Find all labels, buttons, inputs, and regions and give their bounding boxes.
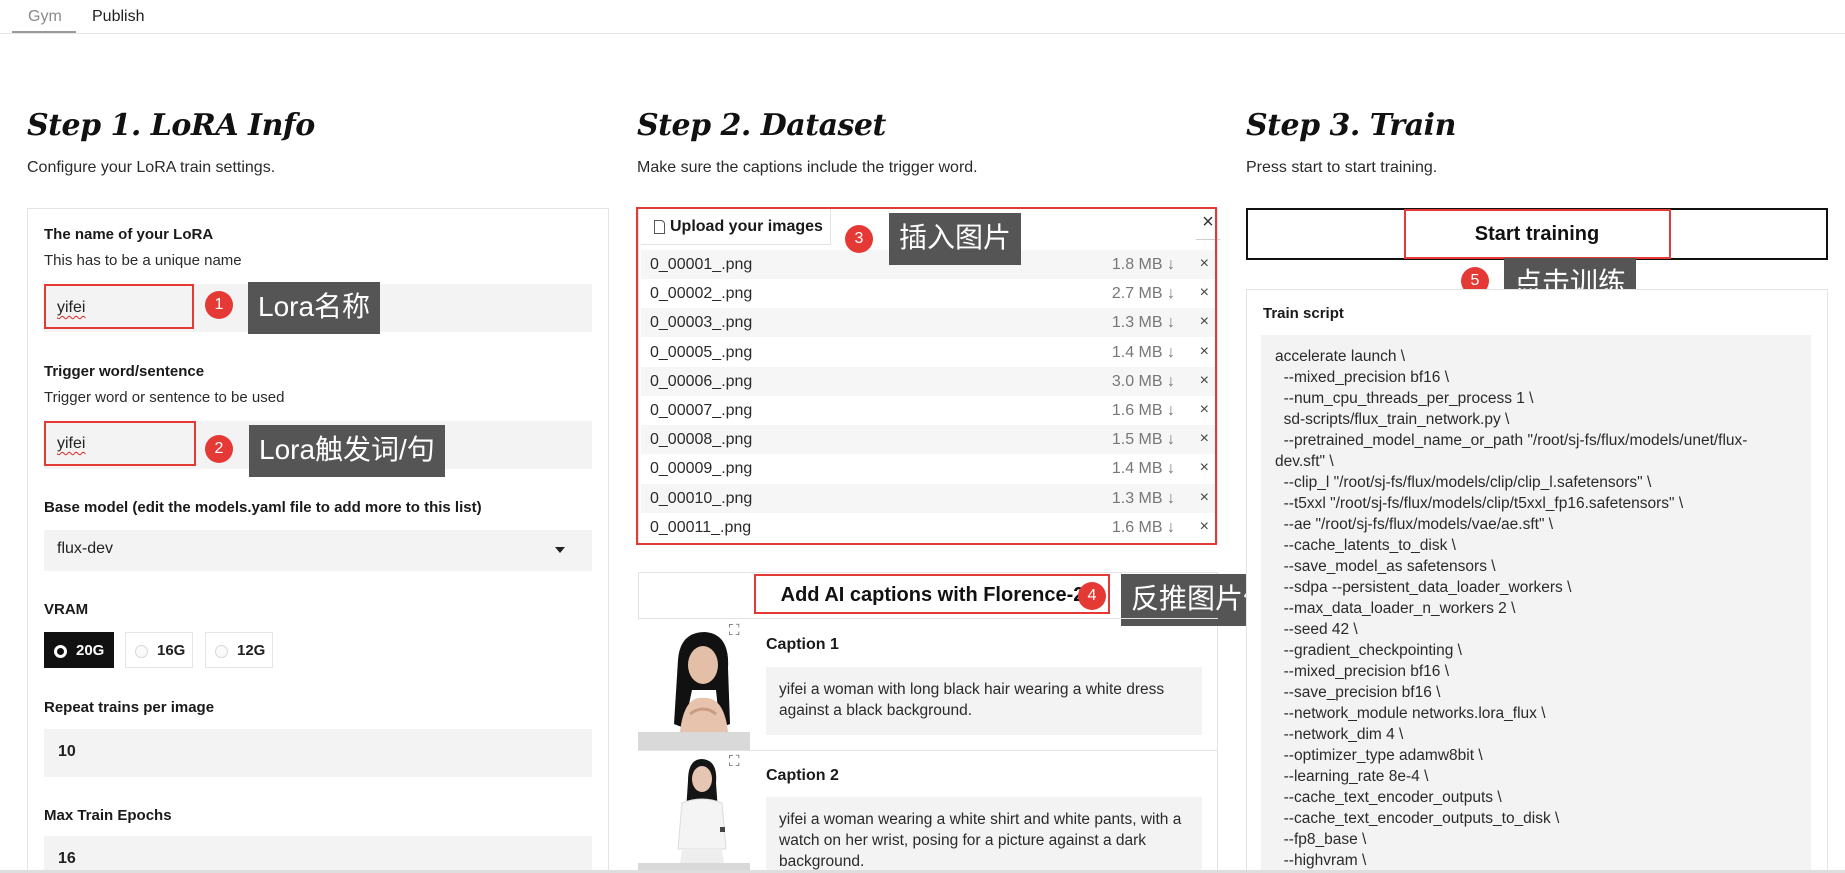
trigger-hint: Trigger word or sentence to be used	[44, 389, 285, 406]
trigger-label: Trigger word/sentence	[44, 363, 205, 380]
step3-subtitle: Press start to start training.	[1246, 159, 1438, 176]
caption-1-title: Caption 1	[766, 636, 839, 653]
radio-empty-icon	[215, 645, 228, 658]
base-model-value: flux-dev	[57, 540, 114, 557]
vram-option-20g[interactable]: 20G	[44, 632, 114, 668]
step1-title: Step 1. LoRA Info	[27, 108, 315, 143]
epochs-input[interactable]: 16	[44, 836, 592, 873]
highlight-start-button	[1404, 209, 1671, 259]
step2-title: Step 2. Dataset	[637, 108, 886, 143]
repeat-input[interactable]: 10	[44, 729, 592, 777]
radio-empty-icon	[135, 645, 148, 658]
divider	[638, 618, 1218, 619]
annotation-badge-2: 2	[205, 435, 233, 463]
caption-1-text[interactable]: yifei a woman with long black hair weari…	[766, 667, 1202, 735]
top-nav: Gym Publish	[0, 0, 1845, 34]
lora-name-label: The name of your LoRA	[44, 226, 214, 243]
active-tab-indicator	[12, 31, 76, 33]
caption-2-title: Caption 2	[766, 767, 839, 784]
annotation-tooltip-1: Lora名称	[248, 282, 381, 334]
highlight-trigger	[44, 421, 196, 466]
tab-gym[interactable]: Gym	[28, 8, 62, 26]
vram-option-16g[interactable]: 16G	[125, 632, 193, 668]
vram-option-12g[interactable]: 12G	[205, 632, 273, 668]
annotation-badge-3: 3	[845, 225, 873, 253]
tab-publish[interactable]: Publish	[92, 8, 144, 26]
step2-subtitle: Make sure the captions include the trigg…	[637, 159, 978, 176]
annotation-badge-1: 1	[205, 291, 233, 319]
vram-label: VRAM	[44, 601, 89, 618]
repeat-label: Repeat trains per image	[44, 699, 215, 716]
train-script-text[interactable]: accelerate launch \ --mixed_precision bf…	[1261, 335, 1811, 873]
caption-2-text[interactable]: yifei a woman wearing a white shirt and …	[766, 797, 1202, 873]
epochs-value: 16	[58, 850, 76, 867]
expand-icon[interactable]: ⛶	[729, 622, 740, 639]
highlight-caption-button	[754, 574, 1110, 614]
train-script-label: Train script	[1263, 305, 1344, 322]
highlight-lora-name	[44, 284, 194, 329]
lora-name-hint: This has to be a unique name	[44, 252, 242, 269]
epochs-label: Max Train Epochs	[44, 807, 172, 824]
base-model-label: Base model (edit the models.yaml file to…	[44, 499, 482, 516]
step3-title: Step 3. Train	[1246, 108, 1456, 143]
repeat-value: 10	[58, 743, 76, 760]
annotation-badge-4: 4	[1078, 582, 1106, 610]
annotation-tooltip-3: 插入图片	[889, 213, 1022, 265]
radio-selected-icon	[54, 645, 67, 658]
annotation-tooltip-2: Lora触发词/句	[249, 425, 445, 477]
chevron-down-icon	[555, 547, 565, 553]
thumbnail-1	[638, 620, 750, 750]
step1-subtitle: Configure your LoRA train settings.	[27, 159, 276, 176]
base-model-select[interactable]: flux-dev	[44, 530, 592, 571]
expand-icon[interactable]: ⛶	[729, 753, 740, 770]
